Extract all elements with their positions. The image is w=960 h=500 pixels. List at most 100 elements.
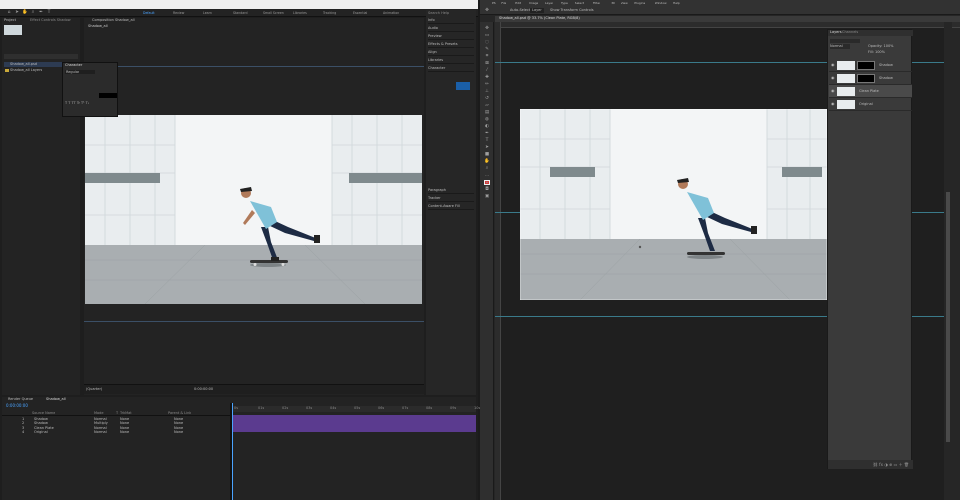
lasso-icon[interactable]: ◌ <box>484 40 490 45</box>
stamp-icon[interactable]: ⊥ <box>484 89 490 94</box>
foreground-color-icon[interactable]: • <box>484 180 490 186</box>
timeline-col-0: Source Name <box>32 411 56 415</box>
layer-filter-select[interactable] <box>830 39 860 43</box>
layer-mask-thumbnail[interactable] <box>857 61 875 70</box>
screen-mode-icon[interactable]: ▣ <box>484 194 490 199</box>
panel-effects-presets[interactable]: Effects & Presets <box>428 42 474 48</box>
project-search-input[interactable] <box>4 54 78 59</box>
composition-tab[interactable]: Composition Shadow_all <box>92 18 172 23</box>
visibility-eye-icon[interactable]: ◉ <box>831 63 835 67</box>
brush-icon[interactable]: ✏ <box>484 82 490 87</box>
ps-layer-row[interactable]: ◉ Clean Plate <box>829 85 912 98</box>
channels-tab[interactable]: Channels <box>842 30 858 35</box>
blend-mode-select[interactable]: Normal <box>830 44 850 49</box>
gradient-icon[interactable]: ▤ <box>484 110 490 115</box>
auto-select-dropdown[interactable]: Layer <box>530 8 544 13</box>
layer-parent[interactable]: None <box>174 430 183 435</box>
ps-layer-row[interactable]: ◉ Shadow <box>829 72 912 85</box>
panel-info[interactable]: Info <box>428 18 474 24</box>
healing-icon[interactable]: ✚ <box>484 75 490 80</box>
workspace-tab-standard[interactable]: Standard <box>230 10 251 16</box>
viewer-zoom-select[interactable]: (Quarter) <box>86 387 102 392</box>
dodge-icon[interactable]: ◐ <box>484 124 490 129</box>
document-tab[interactable]: Shadow_all.psd @ 33.7% (Clean Plate, RGB… <box>499 16 580 21</box>
ps-vertical-scrollbar[interactable] <box>944 22 952 500</box>
panel-libraries[interactable]: Libraries <box>428 58 474 64</box>
ps-layer-row[interactable]: ◉ Shadow <box>829 59 912 72</box>
panel-tracker[interactable]: Tracker <box>428 196 474 202</box>
panel-preview[interactable]: Preview <box>428 34 474 40</box>
workspace-tab-tracking[interactable]: Tracking <box>320 10 339 16</box>
pen-icon[interactable]: ✒ <box>484 131 490 136</box>
workspace-tab-libraries[interactable]: Libraries <box>290 10 310 16</box>
text-style-buttons[interactable]: T T TT Tr T¹ T₁ <box>65 101 115 105</box>
hand-tool-icon[interactable]: ✋ <box>22 10 28 15</box>
ps-document-image[interactable] <box>519 108 828 301</box>
font-style-select[interactable]: Regular <box>65 70 95 74</box>
move-icon[interactable]: ✥ <box>484 26 490 31</box>
options-move-icon[interactable]: ✥ <box>484 8 490 13</box>
visibility-eye-icon[interactable]: ◉ <box>831 89 835 93</box>
type-icon[interactable]: T <box>484 138 490 143</box>
panel-audio[interactable]: Audio <box>428 26 474 32</box>
composition-breadcrumb[interactable]: Shadow_all <box>88 24 128 29</box>
crop-icon[interactable]: ⌗ <box>484 54 490 59</box>
ps-layer-row[interactable]: ◉ Original <box>829 98 912 111</box>
home-icon[interactable]: ⌂ <box>6 10 12 15</box>
layer-mask-thumbnail[interactable] <box>857 74 875 83</box>
playhead[interactable] <box>232 403 233 500</box>
layer-trkmat[interactable]: None <box>120 430 129 435</box>
workspace-tab-small-screen[interactable]: Small Screen <box>260 10 287 16</box>
layers-tab[interactable]: Layers <box>830 30 842 35</box>
scroll-thumb[interactable] <box>946 192 950 442</box>
fill-field[interactable]: Fill: 100% <box>868 50 885 55</box>
show-transform-checkbox[interactable]: Show Transform Controls <box>550 8 594 13</box>
timecode-display[interactable]: 0:00:00:00 <box>6 403 28 408</box>
horizontal-ruler[interactable] <box>495 22 960 28</box>
opacity-field[interactable]: Opacity: 100% <box>868 44 894 49</box>
frame-icon[interactable]: ⊠ <box>484 61 490 66</box>
zoom-tool-icon[interactable]: ⌕ <box>30 10 36 15</box>
visibility-eye-icon[interactable]: ◉ <box>831 76 835 80</box>
zoom-icon[interactable]: ⌕ <box>484 166 490 171</box>
workspace-tab-animation[interactable]: Animation <box>380 10 402 16</box>
vertical-ruler[interactable] <box>495 22 501 500</box>
hand-icon[interactable]: ✋ <box>484 159 490 164</box>
panel-content-aware-fill[interactable]: Content-Aware Fill <box>428 204 474 210</box>
history-brush-icon[interactable]: ↺ <box>484 96 490 101</box>
more-icon[interactable]: … <box>484 173 490 178</box>
layer-mode[interactable]: Normal <box>94 430 107 435</box>
viewer-time-display[interactable]: 0:00:00:00 <box>194 387 213 392</box>
timeline-comp-tab[interactable]: Shadow_all <box>46 397 66 402</box>
auto-select-checkbox[interactable]: Auto-Select <box>510 8 530 13</box>
render-queue-tab[interactable]: Render Queue <box>8 397 33 402</box>
type-tool-icon[interactable]: T <box>46 10 52 15</box>
workspace-tab-default[interactable]: Default <box>140 10 158 16</box>
stroke-color-swatch[interactable] <box>99 93 117 98</box>
fill-color-swatch[interactable] <box>456 82 470 90</box>
shape-icon[interactable]: ■ <box>484 152 490 157</box>
visibility-eye-icon[interactable]: ◉ <box>831 102 835 106</box>
workspace-tab-essential[interactable]: Essential <box>350 10 370 16</box>
panel-align[interactable]: Align <box>428 50 474 56</box>
layer-duration-bars[interactable] <box>232 415 476 432</box>
workspace-tab-review[interactable]: Review <box>170 10 187 16</box>
path-select-icon[interactable]: ➤ <box>484 145 490 150</box>
selection-tool-icon[interactable]: ➤ <box>14 10 20 15</box>
panel-paragraph[interactable]: Paragraph <box>428 188 474 194</box>
search-help-field[interactable]: Search Help <box>428 11 449 16</box>
blur-icon[interactable]: ◍ <box>484 117 490 122</box>
quick-mask-icon[interactable]: ◘ <box>484 187 490 192</box>
layers-footer-buttons[interactable]: ⛓ fx ◑ ⊕ ▭ ＋ 🗑 <box>828 460 913 469</box>
composition-viewer[interactable] <box>85 115 422 305</box>
panel-character[interactable]: Character <box>428 66 474 72</box>
timeline-layer-row[interactable]: 4 Original Normal None None <box>2 430 230 436</box>
eraser-icon[interactable]: ▱ <box>484 103 490 108</box>
pen-tool-icon[interactable]: ✒ <box>38 10 44 15</box>
workspace-tab-learn[interactable]: Learn <box>200 10 215 16</box>
eyedropper-icon[interactable]: ⁄ <box>484 68 490 73</box>
marquee-icon[interactable]: ▭ <box>484 33 490 38</box>
quick-select-icon[interactable]: ✎ <box>484 47 490 52</box>
time-ruler[interactable]: 0s 01s 02s 03s 04s 05s 06s 07s 08s 09s 10s <box>232 406 480 412</box>
effect-controls-tab[interactable]: Effect Controls Shadow <box>30 18 80 23</box>
